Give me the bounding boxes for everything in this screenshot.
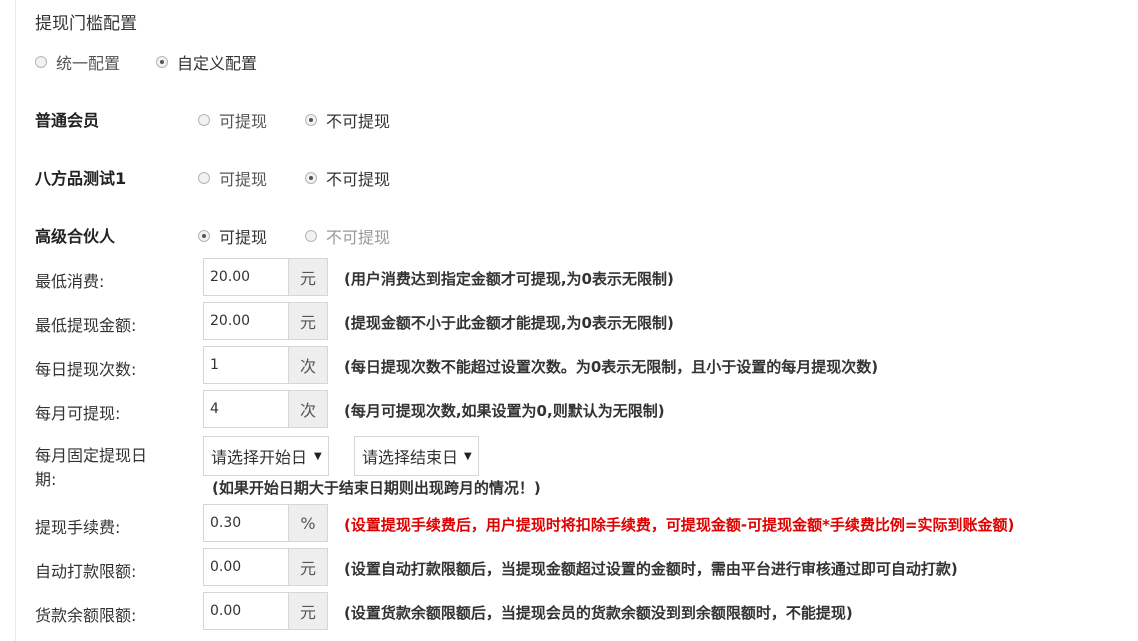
radio-checked-icon [156, 56, 169, 68]
daily-count-hint: (每日提现次数不能超过设置次数。为0表示无限制，且小于设置的每月提现次数) [344, 358, 879, 376]
section-title: 提现门槛配置 [35, 14, 137, 34]
caret-down-icon: ▼ [464, 450, 472, 462]
caret-down-icon: ▼ [314, 450, 322, 462]
min-withdraw-label: 最低提现金额: [35, 316, 137, 335]
goods-balance-limit-input[interactable] [203, 592, 288, 630]
radio-cannot-withdraw[interactable]: 不可提现 [305, 166, 390, 190]
min-withdraw-input-group: 元 [203, 302, 328, 340]
radio-checked-icon [305, 172, 318, 184]
unit-addon: % [288, 504, 328, 542]
goods-balance-limit-hint: (设置货款余额限额后，当提现会员的货款余额没到到余额限额时，不能提现) [344, 604, 853, 622]
monthly-count-label: 每月可提现: [35, 404, 121, 423]
radio-unchecked-icon [305, 230, 318, 242]
monthly-count-input-group: 次 [203, 390, 328, 428]
radio-checked-icon [305, 114, 318, 126]
fixed-date-label: 每月固定提现日 期: [35, 444, 147, 492]
start-date-select[interactable]: 请选择开始日 ▼ [203, 436, 329, 476]
auto-pay-limit-input-group: 元 [203, 548, 328, 586]
end-date-placeholder: 请选择结束日 [362, 448, 459, 467]
radio-label: 不可提现 [326, 170, 391, 189]
unit-addon: 次 [288, 390, 328, 428]
radio-label: 自定义配置 [177, 54, 258, 73]
monthly-count-input[interactable] [203, 390, 288, 428]
fixed-date-label-line2: 期: [35, 470, 57, 489]
member-withdraw-group: 可提现 不可提现 [198, 224, 390, 248]
end-date-select[interactable]: 请选择结束日 ▼ [354, 436, 479, 476]
daily-count-input[interactable] [203, 346, 288, 384]
config-mode-group: 统一配置 自定义配置 [35, 50, 257, 74]
radio-label: 不可提现 [326, 228, 391, 247]
radio-unchecked-icon [35, 56, 47, 68]
radio-can-withdraw[interactable]: 可提现 [198, 166, 267, 190]
min-consume-label: 最低消费: [35, 272, 105, 291]
fixed-date-label-line1: 每月固定提现日 [35, 446, 148, 465]
fixed-date-hint: (如果开始日期大于结束日期则出现跨月的情况！) [212, 479, 541, 497]
unit-addon: 元 [288, 258, 328, 296]
radio-cannot-withdraw[interactable]: 不可提现 [305, 224, 390, 248]
fee-label: 提现手续费: [35, 518, 121, 537]
radio-unchecked-icon [198, 114, 210, 126]
unit-addon: 次 [288, 346, 328, 384]
auto-pay-limit-input[interactable] [203, 548, 288, 586]
radio-label: 统一配置 [56, 54, 121, 73]
unit-addon: 元 [288, 302, 328, 340]
unit-addon: 元 [288, 592, 328, 630]
left-divider [15, 0, 16, 641]
radio-label: 不可提现 [326, 112, 391, 131]
radio-unified-config[interactable]: 统一配置 [35, 50, 120, 74]
radio-can-withdraw[interactable]: 可提现 [198, 108, 267, 132]
min-consume-hint: (用户消费达到指定金额才可提现,为0表示无限制) [344, 270, 674, 288]
fee-input[interactable] [203, 504, 288, 542]
member-withdraw-group: 可提现 不可提现 [198, 166, 390, 190]
min-consume-input-group: 元 [203, 258, 328, 296]
radio-custom-config[interactable]: 自定义配置 [156, 50, 257, 74]
monthly-count-hint: (每月可提现次数,如果设置为0,则默认为无限制) [344, 402, 665, 420]
min-consume-input[interactable] [203, 258, 288, 296]
radio-unchecked-icon [198, 172, 210, 184]
unit-addon: 元 [288, 548, 328, 586]
radio-cannot-withdraw[interactable]: 不可提现 [305, 108, 390, 132]
radio-checked-icon [198, 230, 210, 242]
min-withdraw-input[interactable] [203, 302, 288, 340]
radio-label: 可提现 [219, 228, 268, 247]
daily-count-input-group: 次 [203, 346, 328, 384]
daily-count-label: 每日提现次数: [35, 360, 137, 379]
goods-balance-limit-label: 货款余额限额: [35, 606, 137, 625]
start-date-placeholder: 请选择开始日 [211, 448, 308, 467]
member-name: 高级合伙人 [35, 227, 116, 246]
member-withdraw-group: 可提现 不可提现 [198, 108, 390, 132]
radio-can-withdraw[interactable]: 可提现 [198, 224, 267, 248]
min-withdraw-hint: (提现金额不小于此金额才能提现,为0表示无限制) [344, 314, 674, 332]
member-name: 普通会员 [35, 111, 100, 130]
auto-pay-limit-hint: (设置自动打款限额后，当提现金额超过设置的金额时，需由平台进行审核通过即可自动打… [344, 560, 958, 578]
radio-label: 可提现 [219, 170, 268, 189]
auto-pay-limit-label: 自动打款限额: [35, 562, 137, 581]
fee-input-group: % [203, 504, 328, 542]
fee-warning-hint: (设置提现手续费后，用户提现时将扣除手续费，可提现金额-可提现金额*手续费比例=… [344, 516, 1015, 534]
radio-label: 可提现 [219, 112, 268, 131]
goods-balance-limit-input-group: 元 [203, 592, 328, 630]
member-name: 八方品测试1 [35, 169, 127, 188]
